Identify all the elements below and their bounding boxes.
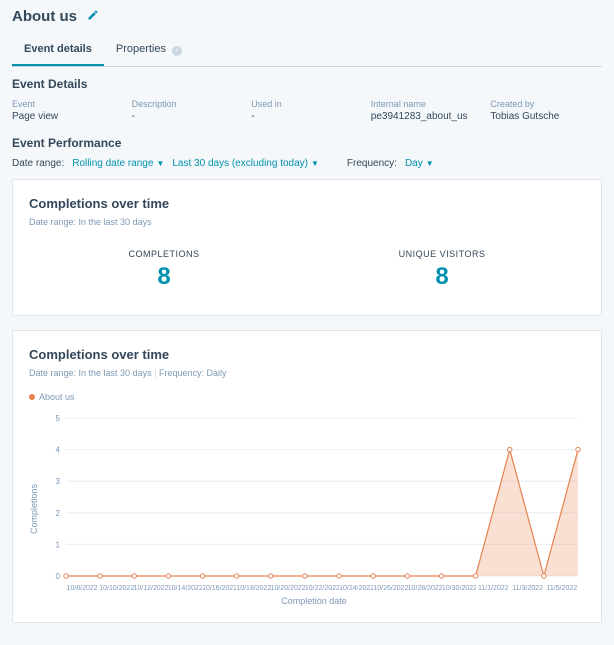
x-tick-label: 10/20/2022 (271, 585, 305, 592)
svg-text:0: 0 (56, 572, 61, 581)
tab-event-details[interactable]: Event details (12, 35, 104, 66)
event-details-heading: Event Details (12, 77, 602, 91)
date-range-label: Date range: (12, 158, 64, 169)
x-tick-label: 10/14/2022 (168, 585, 202, 592)
x-tick-label: 10/30/2022 (442, 585, 476, 592)
detail-label-event: Event (12, 99, 124, 109)
frequency-value: Day (405, 158, 423, 169)
stat-completions: COMPLETIONS 8 (129, 249, 200, 291)
tabs: Event details Properties i (12, 35, 602, 67)
detail-value-description: - (132, 111, 244, 122)
stat-unique-visitors: UNIQUE VISITORS 8 (399, 249, 486, 291)
chevron-down-icon: ▼ (156, 159, 164, 168)
completions-value: 8 (129, 263, 200, 291)
svg-text:4: 4 (56, 446, 61, 455)
legend-dot-icon (29, 394, 35, 400)
frequency-dropdown[interactable]: Day ▼ (405, 158, 434, 169)
last-30-label: Last 30 days (excluding today) (172, 158, 308, 169)
chart-sub: Date range: In the last 30 days | Freque… (29, 368, 585, 378)
last-30-dropdown[interactable]: Last 30 days (excluding today) ▼ (172, 158, 319, 169)
line-chart: 0 1 2 3 4 5 (43, 412, 585, 582)
svg-text:3: 3 (56, 477, 61, 486)
svg-text:2: 2 (56, 509, 61, 518)
x-tick-label: 10/26/2022 (373, 585, 407, 592)
detail-label-used-in: Used in (251, 99, 363, 109)
y-axis-label: Completions (29, 412, 39, 606)
x-tick-label: 10/8/2022 (65, 585, 99, 592)
svg-text:5: 5 (56, 414, 61, 423)
x-tick-label: 11/1/2022 (476, 585, 510, 592)
unique-label: UNIQUE VISITORS (399, 249, 486, 259)
rolling-range-dropdown[interactable]: Rolling date range ▼ (72, 158, 164, 169)
tab-properties[interactable]: Properties i (104, 35, 194, 66)
x-tick-label: 11/5/2022 (545, 585, 579, 592)
x-tick-label: 11/3/2022 (510, 585, 544, 592)
details-grid: Event Page view Description - Used in - … (12, 99, 602, 122)
x-tick-label: 10/18/2022 (236, 585, 270, 592)
chart-card: Completions over time Date range: In the… (12, 330, 602, 623)
detail-value-created-by: Tobias Gutsche (490, 111, 602, 122)
chart-sub-range: Date range: In the last 30 days (29, 368, 152, 378)
legend-series-label: About us (39, 392, 75, 402)
info-icon: i (172, 46, 182, 56)
completions-label: COMPLETIONS (129, 249, 200, 259)
x-tick-label: 10/12/2022 (134, 585, 168, 592)
filter-row: Date range: Rolling date range ▼ Last 30… (12, 158, 602, 169)
svg-text:1: 1 (56, 540, 61, 549)
page-title: About us (12, 8, 77, 25)
chevron-down-icon: ▼ (426, 159, 434, 168)
detail-value-used-in: - (251, 111, 363, 122)
detail-label-internal-name: Internal name (371, 99, 483, 109)
summary-sub: Date range: In the last 30 days (29, 217, 585, 227)
detail-value-event: Page view (12, 111, 124, 122)
x-tick-label: 10/28/2022 (408, 585, 442, 592)
event-performance-heading: Event Performance (12, 136, 602, 150)
summary-card: Completions over time Date range: In the… (12, 179, 602, 316)
unique-value: 8 (399, 263, 486, 291)
x-tick-label: 10/10/2022 (99, 585, 133, 592)
frequency-label: Frequency: (347, 158, 397, 169)
edit-icon[interactable] (87, 9, 99, 24)
chart-sub-freq: Frequency: Daily (159, 368, 227, 378)
x-axis-ticks: 10/8/202210/10/202210/12/202210/14/20221… (43, 585, 585, 592)
rolling-range-label: Rolling date range (72, 158, 153, 169)
summary-title: Completions over time (29, 196, 585, 211)
chevron-down-icon: ▼ (311, 159, 319, 168)
chart-legend: About us (29, 392, 585, 402)
detail-label-description: Description (132, 99, 244, 109)
tab-properties-label: Properties (116, 43, 166, 55)
detail-label-created-by: Created by (490, 99, 602, 109)
x-tick-label: 10/24/2022 (339, 585, 373, 592)
detail-value-internal-name: pe3941283_about_us (371, 111, 483, 122)
x-tick-label: 10/16/2022 (202, 585, 236, 592)
x-axis-label: Completion date (43, 596, 585, 606)
x-tick-label: 10/22/2022 (305, 585, 339, 592)
chart-title: Completions over time (29, 347, 585, 362)
